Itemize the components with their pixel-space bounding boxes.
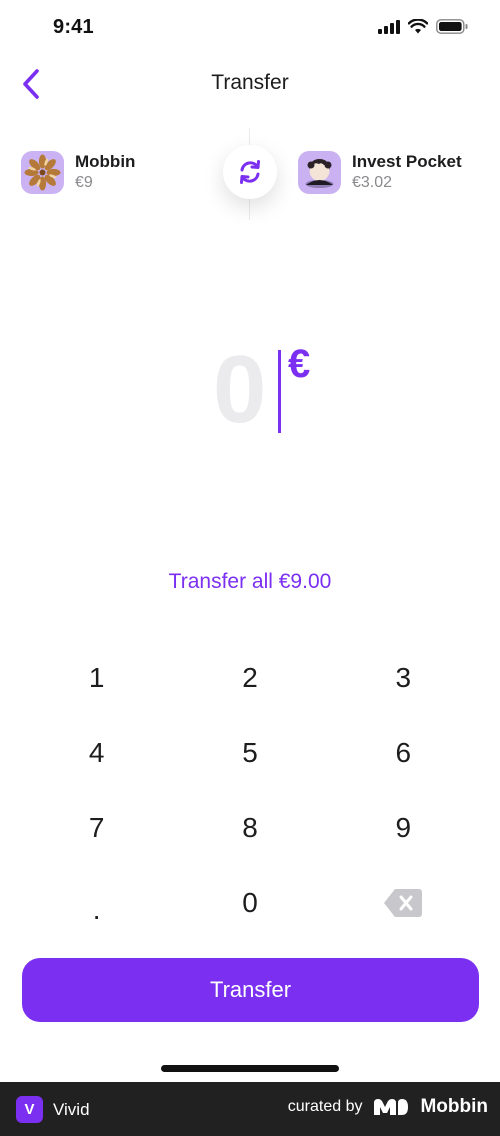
amount-value: 0 — [213, 336, 267, 443]
amount-input[interactable]: 0 € — [0, 340, 500, 440]
swap-refresh-icon — [240, 160, 260, 184]
page-title: Transfer — [211, 71, 289, 94]
app-name: Vivid — [53, 1099, 90, 1119]
curated-by-label: curated by — [287, 1098, 363, 1115]
key-9[interactable]: 9 — [327, 790, 480, 865]
swap-accounts-button[interactable] — [223, 145, 277, 199]
to-account-name: Invest Pocket — [352, 152, 462, 171]
key-2[interactable]: 2 — [173, 640, 326, 715]
home-indicator — [161, 1065, 339, 1072]
from-account-name: Mobbin — [75, 152, 136, 171]
key-0[interactable]: 0 — [173, 865, 326, 940]
key-1[interactable]: 1 — [20, 640, 173, 715]
key-5[interactable]: 5 — [173, 715, 326, 790]
key-backspace[interactable] — [327, 865, 480, 940]
numeric-keypad: 1 2 3 4 5 6 7 8 9 . 0 — [20, 640, 480, 940]
status-time: 9:41 — [53, 16, 94, 38]
from-account-balance: €9 — [75, 174, 93, 191]
to-account-avatar — [298, 150, 341, 194]
wifi-icon — [408, 19, 428, 34]
battery-icon — [436, 19, 468, 34]
text-caret — [278, 350, 281, 433]
to-account-balance: €3.02 — [352, 174, 393, 191]
key-6[interactable]: 6 — [327, 715, 480, 790]
from-account[interactable]: Mobbin €9 — [21, 150, 135, 194]
invest-pocket-image-icon — [298, 150, 341, 194]
accounts-row: Mobbin €9 Invest Pocket €3.02 — [0, 120, 500, 230]
mobbin-logo-icon — [374, 1099, 409, 1115]
from-account-avatar — [21, 150, 64, 194]
footer-bar: V Vivid curated by Mobbin — [0, 1082, 500, 1136]
footer-app: V Vivid — [16, 1096, 90, 1123]
key-decimal[interactable]: . — [20, 865, 173, 940]
signal-icon — [378, 19, 400, 34]
status-bar: 9:41 — [0, 0, 500, 56]
key-3[interactable]: 3 — [327, 640, 480, 715]
mobbin-pocket-image-icon — [21, 150, 64, 194]
footer-credit: curated by Mobbin — [288, 1096, 488, 1118]
transfer-button[interactable]: Transfer — [22, 958, 479, 1022]
key-8[interactable]: 8 — [173, 790, 326, 865]
backspace-icon — [384, 888, 423, 917]
nav-bar: Transfer — [0, 60, 500, 108]
key-4[interactable]: 4 — [20, 715, 173, 790]
brand-name: Mobbin — [420, 1096, 488, 1117]
to-account[interactable]: Invest Pocket €3.02 — [298, 150, 462, 194]
transfer-all-link[interactable]: Transfer all €9.00 — [0, 570, 500, 594]
status-icons — [378, 19, 468, 34]
amount-currency: € — [288, 342, 311, 386]
app-logo-badge: V — [16, 1096, 43, 1123]
key-7[interactable]: 7 — [20, 790, 173, 865]
